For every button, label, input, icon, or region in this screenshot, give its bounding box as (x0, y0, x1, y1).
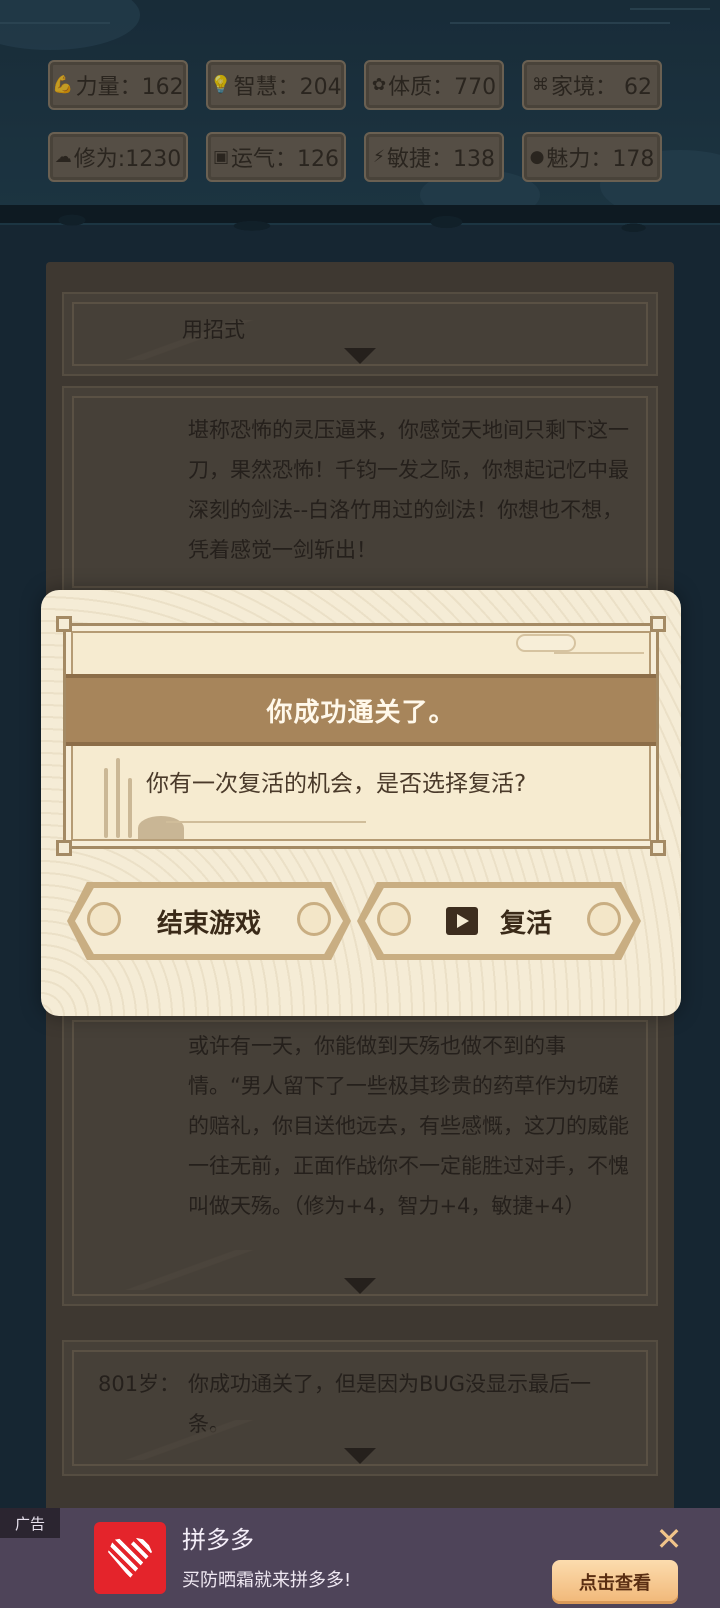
ad-subtitle: 买防晒霜就来拼多多! (182, 1570, 352, 1591)
dialog-message: 你有一次复活的机会，是否选择复活? (146, 771, 527, 797)
ad-tag: 广告 (0, 1508, 60, 1538)
revive-button[interactable]: 复活 (357, 882, 641, 960)
ad-app-name[interactable]: 拼多多 (182, 1520, 254, 1555)
play-video-icon (445, 907, 478, 935)
revive-dialog: 你成功通关了。 你有一次复活的机会，是否选择复活? 结束游戏 复活 (41, 590, 681, 1016)
bamboo-decoration (94, 758, 144, 838)
cloud-decoration (516, 634, 576, 652)
heart-logo-icon (108, 1538, 152, 1578)
dialog-title: 你成功通关了。 (66, 674, 656, 746)
cloud-line-decoration (554, 652, 644, 654)
hill-decoration (138, 816, 184, 840)
line-decoration (166, 821, 366, 823)
end-game-button[interactable]: 结束游戏 (67, 882, 351, 960)
revive-label-wrap: 复活 (357, 882, 641, 960)
ad-view-button[interactable]: 点击查看 (552, 1560, 678, 1604)
dialog-frame: 你成功通关了。 你有一次复活的机会，是否选择复活? (56, 616, 666, 856)
close-icon[interactable]: ✕ (654, 1523, 684, 1555)
frame-corner (56, 840, 72, 856)
pinduoduo-logo-icon[interactable] (94, 1522, 166, 1594)
frame-corner (650, 616, 666, 632)
revive-label: 复活 (499, 908, 552, 939)
ad-banner[interactable]: 广告 拼多多 买防晒霜就来拼多多! ✕ 点击查看 (0, 1508, 720, 1608)
frame-corner (650, 840, 666, 856)
frame-corner (56, 616, 72, 632)
end-game-label: 结束游戏 (156, 908, 261, 939)
